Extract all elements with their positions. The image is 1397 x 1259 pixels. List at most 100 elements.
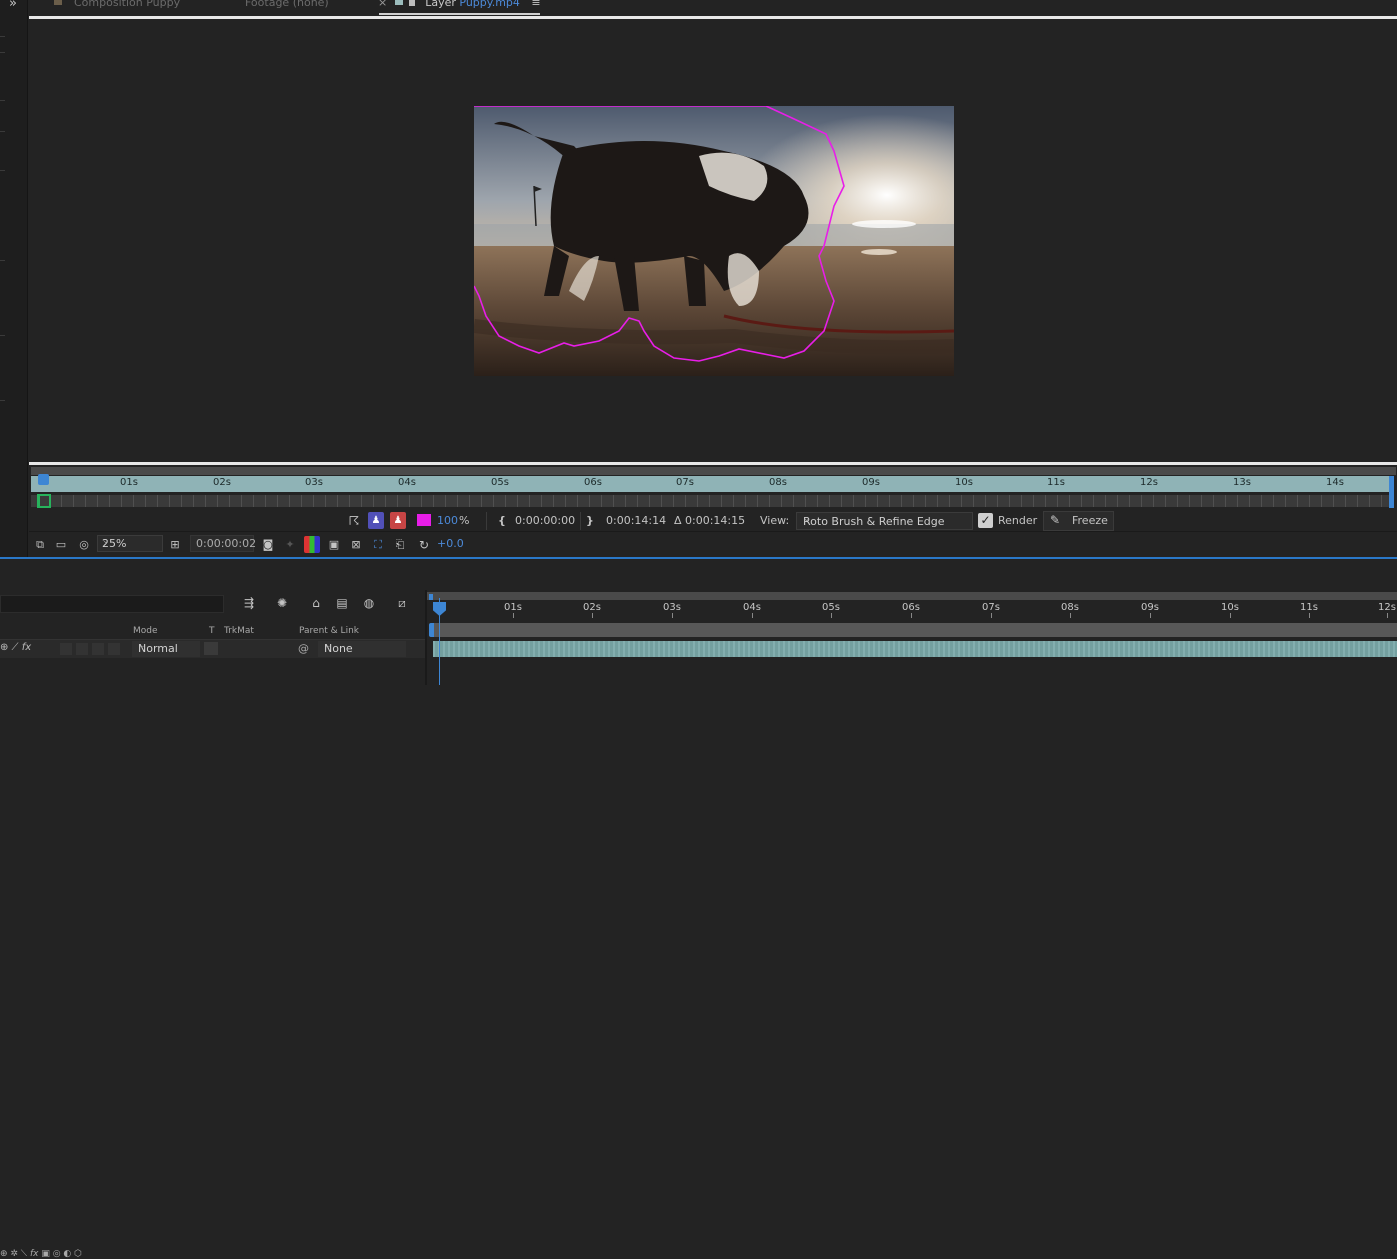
graph-editor-icon[interactable]: ⧄ bbox=[393, 596, 411, 612]
ruler-tick-label: 07s bbox=[676, 477, 694, 488]
render-label: Render bbox=[998, 514, 1038, 527]
layer-out-point-handle[interactable] bbox=[1389, 476, 1394, 508]
tab-composition[interactable]: Composition Puppy bbox=[54, 0, 180, 9]
active-tab-indicator bbox=[379, 13, 540, 15]
layer-time-ruler[interactable]: 01s 02s 03s 04s 05s 06s 07s 08s 09s 10s … bbox=[31, 476, 1390, 492]
layer-switches-icons: ⊕ ⟋ fx bbox=[0, 642, 32, 653]
set-out-point-icon[interactable]: } bbox=[586, 514, 594, 527]
ruler-tick-label: 12s bbox=[1140, 477, 1158, 488]
monitor-icon[interactable]: ▭ bbox=[54, 536, 68, 553]
timeline-ruler[interactable]: 0s 01s 02s 03s 04s 05s 06s 07s 08s 09s 1… bbox=[427, 600, 1397, 618]
motion-blur-icon[interactable]: ◍ bbox=[360, 596, 378, 612]
opacity-unit: % bbox=[459, 514, 470, 527]
ruler-tick-label: 10s bbox=[955, 477, 973, 488]
exposure-value[interactable]: +0.0 bbox=[437, 537, 464, 550]
fit-frame-icon[interactable]: ⊞ bbox=[168, 536, 182, 553]
parent-dropdown[interactable]: None ⌄ bbox=[318, 641, 406, 657]
render-checkbox[interactable]: ✓ bbox=[978, 513, 993, 528]
column-parent: Parent & Link bbox=[299, 626, 359, 636]
composition-icon bbox=[54, 0, 62, 5]
lock-icon bbox=[409, 0, 416, 6]
layer-duration-bar[interactable] bbox=[433, 641, 1397, 657]
blend-mode-dropdown[interactable]: Normal ⌄ bbox=[132, 641, 200, 657]
switches-icons: ⊕ ✲ ⟍ fx ▣ ◎ ◐ ⬡ bbox=[0, 1249, 82, 1259]
ruler-tick-label: 14s bbox=[1326, 477, 1344, 488]
ruler-tick-label: 06s bbox=[584, 477, 602, 488]
view-dropdown[interactable]: Roto Brush & Refine Edge ⌄ bbox=[796, 512, 973, 530]
region-of-interest-icon[interactable]: ▣ bbox=[326, 536, 342, 553]
tab-footage-name: (none) bbox=[292, 0, 329, 9]
timeline-navigator[interactable] bbox=[427, 592, 1397, 600]
reset-exposure-icon[interactable]: ↻ bbox=[416, 536, 432, 553]
walking-figure-icon[interactable]: ☈ bbox=[347, 512, 361, 529]
opacity-value[interactable]: 100 bbox=[437, 514, 458, 527]
base-frame-marker[interactable] bbox=[37, 494, 51, 508]
footage-frame[interactable] bbox=[474, 106, 954, 376]
time-navigator-bar[interactable] bbox=[31, 467, 1396, 475]
frame-blending-icon[interactable]: ▤ bbox=[333, 596, 351, 612]
column-mode: Mode bbox=[133, 626, 158, 636]
composition-mini-flowchart-icon[interactable]: ⇶ bbox=[240, 596, 258, 612]
zoom-dropdown[interactable]: 25% ⌄ bbox=[97, 535, 163, 552]
ruler-tick-label: 01s bbox=[120, 477, 138, 488]
ruler-tick-label: 06s bbox=[902, 602, 920, 613]
channel-icon[interactable] bbox=[304, 536, 320, 553]
switch-box[interactable] bbox=[60, 643, 72, 655]
draft-3d-icon[interactable]: ✺ bbox=[273, 596, 291, 612]
switch-box[interactable] bbox=[108, 643, 120, 655]
tab-composition-name: Puppy bbox=[146, 0, 181, 9]
flowchart-icon[interactable]: ⎗ bbox=[392, 536, 408, 553]
switch-box[interactable] bbox=[92, 643, 104, 655]
layer-color-icon bbox=[395, 0, 404, 5]
chevron-down-icon: ⌄ bbox=[324, 641, 332, 651]
freeze-button[interactable]: ✎ Freeze bbox=[1043, 511, 1114, 531]
set-in-point-icon[interactable]: { bbox=[498, 514, 506, 527]
out-point-time: 0:00:14:14 bbox=[606, 514, 667, 527]
close-icon[interactable]: × bbox=[378, 0, 387, 9]
transparency-grid-icon[interactable]: ⊠ bbox=[348, 536, 364, 553]
pickwhip-icon[interactable]: @ bbox=[298, 642, 312, 656]
timeline-panel bbox=[0, 559, 1397, 685]
work-area-start-handle[interactable] bbox=[429, 623, 434, 637]
view-label: View: bbox=[760, 514, 790, 527]
ruler-tick-label: 11s bbox=[1047, 477, 1065, 488]
switch-box[interactable] bbox=[76, 643, 88, 655]
ruler-tick-label: 07s bbox=[982, 602, 1000, 613]
freeze-label: Freeze bbox=[1072, 514, 1108, 527]
ruler-tick-label: 05s bbox=[491, 477, 509, 488]
ruler-tick-label: 10s bbox=[1221, 602, 1239, 613]
current-time-value: 0:00:00:02 bbox=[196, 537, 257, 550]
ruler-tick-label: 11s bbox=[1300, 602, 1318, 613]
show-snapshot-icon[interactable]: ✦ bbox=[282, 536, 298, 553]
mask-visibility-icon[interactable]: ◎ bbox=[76, 536, 92, 553]
roto-propagation-track[interactable] bbox=[31, 495, 1390, 507]
in-point-time: 0:00:00:00 bbox=[515, 514, 576, 527]
ruler-tick-label: 02s bbox=[583, 602, 601, 613]
tab-layer-label: Layer bbox=[425, 0, 456, 9]
ruler-tick-label: 08s bbox=[769, 477, 787, 488]
separator bbox=[486, 512, 487, 530]
trkmat-toggle[interactable] bbox=[204, 642, 218, 655]
ruler-tick-label: 04s bbox=[743, 602, 761, 613]
refine-edge-icon[interactable]: ♟ bbox=[390, 512, 406, 529]
puppy-footage-image bbox=[474, 106, 954, 376]
tab-footage[interactable]: Footage (none) bbox=[245, 0, 329, 9]
tab-composition-label: Composition bbox=[74, 0, 143, 9]
mask-color-swatch[interactable] bbox=[417, 514, 431, 526]
hide-shy-layers-icon[interactable]: ⌂ bbox=[307, 596, 325, 612]
expand-panels-icon[interactable]: » bbox=[9, 0, 17, 11]
chevron-down-icon: ⌄ bbox=[803, 514, 811, 524]
tab-footage-label: Footage bbox=[245, 0, 290, 9]
layer-playhead[interactable] bbox=[38, 474, 49, 485]
current-time-field[interactable]: 0:00:00:02 bbox=[190, 535, 257, 552]
tab-layer[interactable]: × Layer Puppy.mp4 ≡ bbox=[378, 0, 541, 9]
roto-brush-icon[interactable]: ♟ bbox=[368, 512, 384, 529]
always-preview-icon[interactable]: ⧉ bbox=[33, 536, 47, 553]
ruler-tick-label: 03s bbox=[663, 602, 681, 613]
timeline-search-input[interactable] bbox=[0, 595, 224, 613]
snapshot-icon[interactable]: ◙ bbox=[260, 536, 276, 553]
tab-menu-icon[interactable]: ≡ bbox=[531, 0, 540, 9]
ruler-tick-label: 04s bbox=[398, 477, 416, 488]
toggle-mask-icon[interactable]: ⛶ bbox=[370, 536, 386, 553]
work-area-bar[interactable] bbox=[433, 623, 1397, 637]
